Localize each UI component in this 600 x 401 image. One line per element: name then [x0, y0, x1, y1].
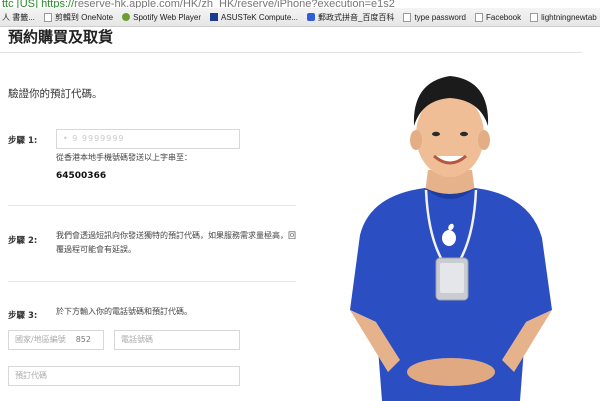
- bookmark-item-onenote[interactable]: 剪輯到 OneNote: [43, 12, 114, 23]
- bookmarks-bar: 人 書籤... 剪輯到 OneNote Spotify Web Player A…: [0, 8, 600, 27]
- bookmark-label: type password: [414, 12, 466, 22]
- phone-number-input[interactable]: 電話號碼: [114, 330, 240, 350]
- step2-label: 步驟 2:: [8, 236, 38, 246]
- bookmark-label: Facebook: [486, 12, 522, 22]
- bookmark-label: 郵政式拼音_百度百科: [317, 12, 395, 22]
- step3-label: 步驟 3:: [8, 311, 38, 321]
- step3-text: 於下方輸入你的電話號碼和預訂代碼。: [56, 307, 192, 316]
- verify-heading: 驗證你的預訂代碼。: [8, 88, 103, 100]
- page-icon: [403, 12, 412, 22]
- page-icon: [530, 12, 539, 22]
- address-bar[interactable]: ttc [US] https://reserve-hk.apple.com/HK…: [0, 0, 600, 8]
- bookmark-label: Spotify Web Player: [133, 12, 202, 22]
- url-scheme: https://: [41, 0, 75, 8]
- country-code-placeholder: 國家/地區編號: [15, 335, 66, 344]
- bookmark-item-facebook[interactable]: Facebook: [475, 12, 522, 22]
- step2-text: 我們會透過短訊向你發送獨特的預訂代碼，如果服務需求量極高，回覆過程可能會有延誤。: [56, 231, 296, 254]
- bookmark-item-type-password[interactable]: type password: [403, 12, 466, 22]
- step1-label: 步驟 1:: [8, 136, 38, 146]
- apple-staff-photo: [350, 76, 552, 401]
- bookmark-item-asus[interactable]: ASUSTeK Compute...: [210, 13, 298, 22]
- reservation-code-input[interactable]: 預訂代碼: [8, 366, 240, 386]
- title-divider: [0, 52, 582, 53]
- step1-help: 從香港本地手機號碼發送以上字串至：: [56, 153, 192, 162]
- bookmark-label: 剪輯到 OneNote: [54, 12, 114, 22]
- bookmark-label: 人 書籤...: [2, 12, 35, 22]
- asus-icon: [210, 13, 219, 21]
- bookmark-label: lightningnewtab: [541, 12, 597, 22]
- url-path: reserve-hk.apple.com/HK/zh_HK/reserve/iP…: [74, 0, 395, 8]
- bookmark-item[interactable]: 人 書籤...: [2, 12, 35, 23]
- spotify-icon: [122, 13, 131, 21]
- bookmark-item-lightningnewtab[interactable]: lightningnewtab: [530, 12, 597, 22]
- baidu-icon: [306, 13, 315, 21]
- page-icon: [475, 12, 483, 22]
- divider: [8, 281, 296, 282]
- bookmark-item-spotify[interactable]: Spotify Web Player: [122, 13, 201, 22]
- country-code-field[interactable]: 國家/地區編號 852: [8, 330, 104, 350]
- sms-number: 64500366: [56, 171, 107, 181]
- ssl-lock-label: ttc [US]: [2, 0, 39, 8]
- page-title: 預約購買及取貨: [8, 28, 114, 46]
- reservation-string-field: • 9 9999999: [56, 129, 240, 149]
- bookmark-item-baidu[interactable]: 郵政式拼音_百度百科: [306, 12, 395, 23]
- page-icon: [43, 12, 52, 22]
- bookmark-label: ASUSTeK Compute...: [221, 12, 298, 22]
- country-code-value: 852: [75, 335, 91, 344]
- divider: [8, 205, 296, 206]
